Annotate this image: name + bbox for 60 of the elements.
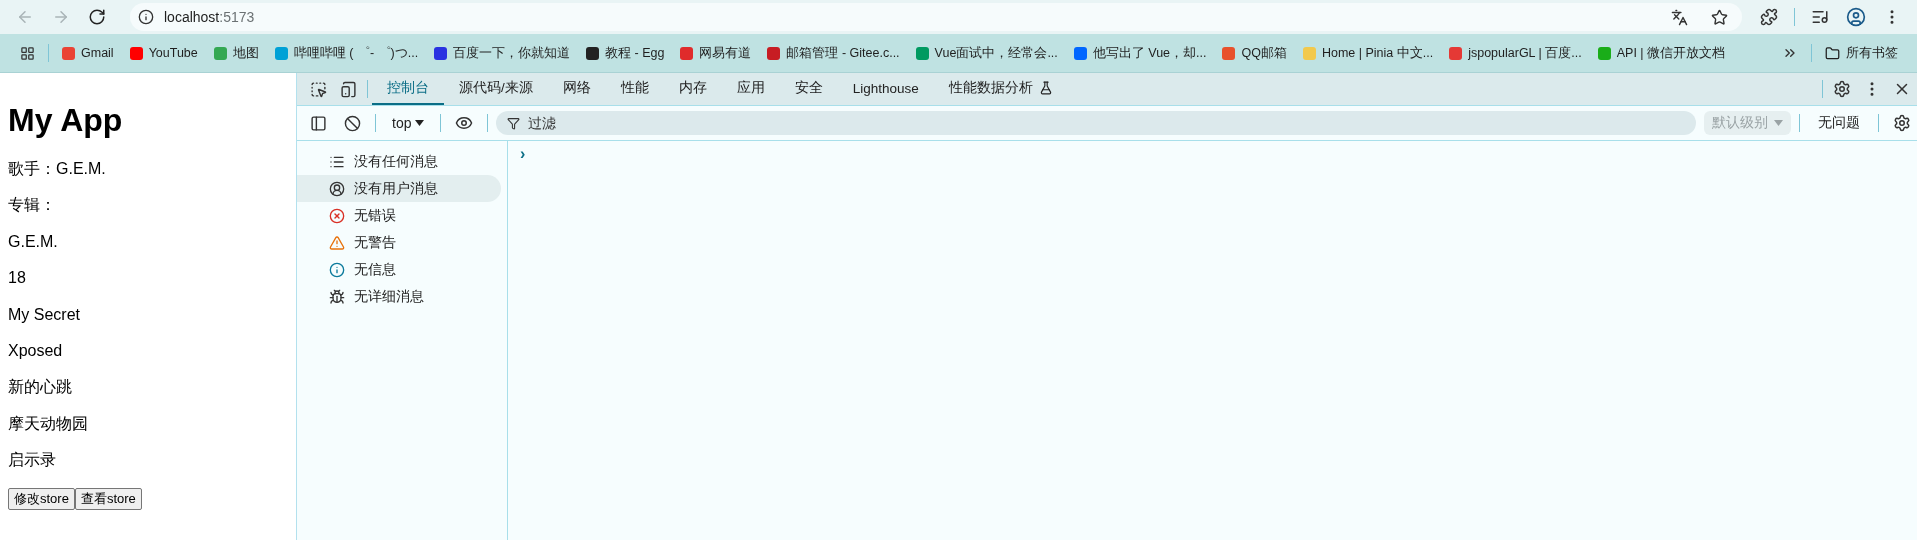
page-text: 歌手：G.E.M. bbox=[8, 160, 107, 179]
devtools-tab[interactable]: 应用 bbox=[721, 73, 780, 105]
page-text: 新的心跳 bbox=[8, 378, 73, 397]
bookmark[interactable]: 网易有道 bbox=[673, 40, 759, 66]
bookmark[interactable]: 教程 - Egg bbox=[579, 40, 672, 66]
sidebar-item[interactable]: 无警告 bbox=[297, 229, 501, 256]
issues-button[interactable]: 无问题 bbox=[1808, 114, 1870, 132]
bookmark[interactable]: Gmail bbox=[55, 42, 121, 64]
page-title: My App bbox=[8, 102, 124, 139]
bookmark[interactable]: 他写出了 Vue，却... bbox=[1066, 40, 1214, 66]
bookmark[interactable]: Vue面试中，经常会... bbox=[908, 40, 1065, 66]
page-text: 摩天动物园 bbox=[8, 414, 89, 434]
devtools-tab[interactable]: 源代码/来源 bbox=[444, 73, 548, 105]
context-dropdown[interactable]: top bbox=[384, 115, 433, 131]
bookmark[interactable]: QQ邮箱 bbox=[1215, 40, 1294, 66]
sidebar-item[interactable]: 无信息 bbox=[297, 256, 501, 283]
bookmark[interactable]: 地图 bbox=[206, 40, 266, 66]
address-bar[interactable]: localhost:5173 bbox=[130, 3, 1742, 31]
reload-icon bbox=[88, 8, 106, 26]
sidebar-item[interactable]: 无错误 bbox=[297, 202, 501, 229]
folder-icon bbox=[1825, 45, 1840, 61]
filter-field[interactable]: 过滤 bbox=[496, 111, 1696, 135]
devtools-tab[interactable]: 内存 bbox=[663, 73, 722, 105]
devtools-tab[interactable]: 控制台 bbox=[372, 73, 444, 105]
devtools-tab[interactable]: 网络 bbox=[547, 73, 606, 105]
bookmark[interactable]: API | 微信开放文档 bbox=[1590, 40, 1733, 66]
devtools-tab[interactable]: 性能数据分析 bbox=[933, 73, 1068, 105]
info-icon bbox=[329, 261, 345, 278]
page-text: 启示录 bbox=[8, 451, 57, 470]
store-button[interactable]: 查看store bbox=[74, 487, 142, 510]
page-text: My Secret bbox=[8, 305, 81, 324]
page-text: 专辑： bbox=[8, 196, 57, 215]
bookmark[interactable]: jspopularGL | 百度... bbox=[1442, 40, 1589, 66]
user-icon bbox=[329, 180, 345, 197]
bug-icon bbox=[329, 288, 345, 305]
console-prompt: › bbox=[520, 145, 526, 162]
page-text: Xposed bbox=[8, 341, 64, 361]
sidebar-item[interactable]: 没有任何消息 bbox=[297, 148, 501, 175]
flask-icon bbox=[1038, 81, 1053, 95]
error-icon bbox=[329, 207, 345, 224]
bookmark[interactable]: 哔哩哔哩 ( ゜- ゜)つ... bbox=[267, 40, 426, 66]
devtools-tab[interactable]: Lighthouse bbox=[837, 73, 934, 105]
all-bookmarks-button[interactable]: 所有书签 bbox=[1818, 40, 1905, 66]
sidebar-item[interactable]: 没有用户消息 bbox=[297, 175, 501, 202]
url-text: localhost:5173 bbox=[164, 9, 255, 25]
devtools-tab[interactable]: 性能 bbox=[605, 73, 664, 105]
store-button[interactable]: 修改store bbox=[8, 487, 75, 510]
bookmark[interactable]: Home | Pinia 中文... bbox=[1295, 40, 1441, 66]
sidebar-item[interactable]: 无详细消息 bbox=[297, 283, 501, 310]
warning-icon bbox=[329, 234, 345, 251]
bookmark[interactable]: YouTube bbox=[122, 42, 205, 64]
page-text: 18 bbox=[8, 269, 27, 288]
page-text: G.E.M. bbox=[8, 232, 59, 252]
caret-icon bbox=[415, 120, 425, 126]
arrow-icon bbox=[52, 8, 70, 26]
info-icon[interactable] bbox=[138, 9, 154, 25]
bookmark[interactable]: 邮箱管理 - Gitee.c... bbox=[760, 40, 907, 66]
caret-icon bbox=[1774, 120, 1783, 126]
bookmark[interactable]: 百度一下，你就知道 bbox=[427, 40, 578, 66]
devtools-tab[interactable]: 安全 bbox=[779, 73, 838, 105]
